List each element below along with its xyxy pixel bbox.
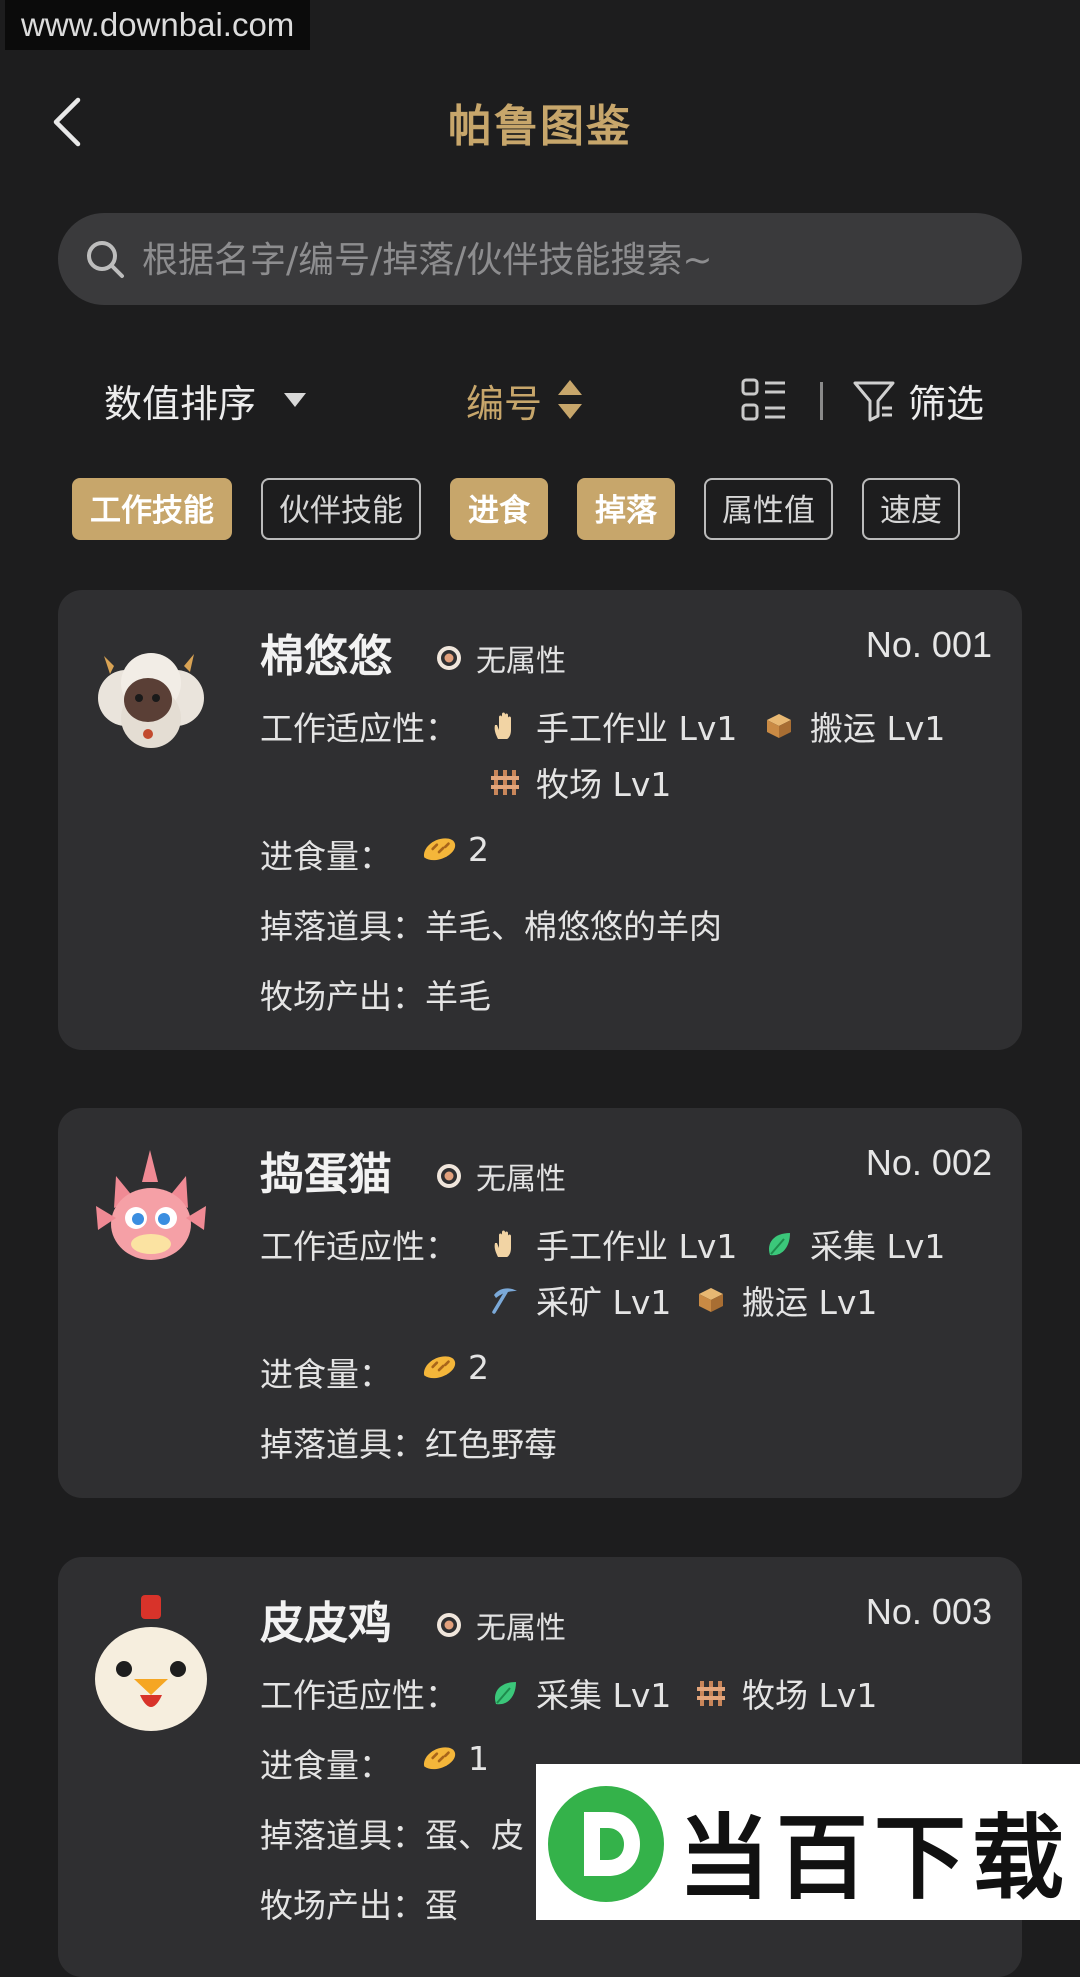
list-layout-button[interactable] (740, 377, 788, 427)
chip-stats[interactable]: 属性值 (704, 478, 833, 540)
bread-icon (420, 1352, 458, 1384)
work-suitability-label: 工作适应性： (260, 1227, 458, 1266)
pal-name: 捣蛋猫 (260, 1149, 392, 1200)
pal-avatar (86, 1146, 216, 1276)
work-skill: 采集 Lv1 (490, 1669, 671, 1717)
neutral-element-icon (434, 643, 464, 673)
value-sort-label: 数值排序 (104, 381, 257, 426)
pal-avatar (86, 628, 216, 758)
box-icon (696, 1285, 726, 1315)
work-skill: 搬运 Lv1 (696, 1276, 877, 1324)
pal-number: No. 001 (865, 624, 992, 665)
fence-icon (490, 767, 520, 797)
brand-watermark: 当百下载 (536, 1764, 1080, 1920)
number-sort-button[interactable]: 编号 (466, 360, 583, 440)
filter-funnel-icon (853, 381, 895, 422)
hand-icon (490, 1229, 520, 1259)
work-skill: 牧场 Lv1 (696, 1669, 877, 1717)
brand-text: 当百下载 (678, 1805, 1071, 1912)
chip-speed[interactable]: 速度 (862, 478, 960, 540)
sort-updown-icon (558, 380, 583, 419)
brand-logo-icon (544, 1782, 668, 1910)
number-sort-label: 编号 (466, 381, 543, 426)
work-skill: 手工作业 Lv1 (490, 702, 737, 750)
pal-card[interactable]: 棉悠悠 无属性 No. 001 工作适应性： 手工作业 Lv1 搬运 Lv1 牧… (58, 590, 1022, 1050)
element-attribute: 无属性 (434, 1154, 566, 1198)
search-input[interactable] (140, 213, 1004, 307)
filter-label: 筛选 (908, 381, 985, 426)
chip-feeding[interactable]: 进食 (450, 478, 548, 540)
drops-value: 羊毛、棉悠悠的羊肉 (425, 907, 722, 946)
food-amount: 2 (420, 830, 489, 869)
pickaxe-icon (490, 1285, 520, 1315)
ranch-value: 羊毛 (425, 977, 491, 1016)
food-amount: 1 (420, 1739, 489, 1778)
pal-avatar (86, 1595, 216, 1731)
neutral-element-icon (434, 1610, 464, 1640)
element-attribute: 无属性 (434, 1603, 566, 1647)
drops-row: 掉落道具：羊毛、棉悠悠的羊肉 (260, 907, 722, 946)
value-sort-dropdown[interactable]: 数值排序 (104, 360, 307, 440)
pal-name: 棉悠悠 (260, 631, 392, 682)
cat-pal-icon (96, 1150, 206, 1260)
chicken-pal-icon (95, 1595, 207, 1731)
ranch-value: 蛋 (425, 1886, 458, 1925)
bread-icon (420, 834, 458, 866)
work-skill: 采矿 Lv1 (490, 1276, 671, 1324)
chip-work-skill[interactable]: 工作技能 (72, 478, 232, 540)
filter-button[interactable]: 筛选 (852, 360, 984, 440)
food-amount: 2 (420, 1348, 489, 1387)
leaf-icon (490, 1678, 520, 1708)
divider (820, 382, 823, 420)
caret-down-icon (284, 393, 307, 407)
toolbar: 数值排序 编号 筛选 (0, 360, 1080, 440)
hand-icon (490, 711, 520, 741)
food-label: 进食量： (260, 1355, 392, 1394)
element-attribute: 无属性 (434, 636, 566, 680)
pal-name: 皮皮鸡 (260, 1598, 392, 1649)
chip-partner-skill[interactable]: 伙伴技能 (261, 478, 421, 540)
neutral-element-icon (434, 1161, 464, 1191)
work-skill: 采集 Lv1 (764, 1220, 945, 1268)
pal-card[interactable]: 捣蛋猫 无属性 No. 002 工作适应性： 手工作业 Lv1 采集 Lv1 采… (58, 1108, 1022, 1498)
chip-drops[interactable]: 掉落 (577, 478, 675, 540)
list-view-icon (741, 378, 785, 421)
sheep-pal-icon (98, 653, 204, 748)
page-title: 帕鲁图鉴 (448, 101, 632, 152)
site-watermark: www.downbai.com (5, 0, 311, 50)
ranch-row: 牧场产出：羊毛 (260, 977, 491, 1016)
drops-row: 掉落道具：蛋、皮 (260, 1816, 524, 1855)
box-icon (764, 711, 794, 741)
work-skill: 搬运 Lv1 (764, 702, 945, 750)
element-label: 无属性 (476, 1611, 566, 1646)
drops-row: 掉落道具：红色野莓 (260, 1425, 557, 1464)
drops-value: 红色野莓 (425, 1425, 557, 1464)
element-label: 无属性 (476, 1162, 566, 1197)
bread-icon (420, 1743, 458, 1775)
drops-value: 蛋、皮 (425, 1816, 524, 1855)
food-label: 进食量： (260, 1746, 392, 1785)
search-icon (87, 241, 124, 278)
leaf-icon (764, 1229, 794, 1259)
element-label: 无属性 (476, 644, 566, 679)
search-bar[interactable] (58, 213, 1022, 307)
work-skill: 牧场 Lv1 (490, 758, 671, 806)
category-chips: 工作技能 伙伴技能 进食 掉落 属性值 速度 (72, 478, 989, 544)
work-suitability-label: 工作适应性： (260, 1676, 458, 1715)
fence-icon (696, 1678, 726, 1708)
pal-number: No. 003 (865, 1591, 992, 1632)
work-suitability-label: 工作适应性： (260, 709, 458, 748)
header: 帕鲁图鉴 (0, 80, 1080, 160)
food-label: 进食量： (260, 837, 392, 876)
pal-number: No. 002 (865, 1142, 992, 1183)
work-skill: 手工作业 Lv1 (490, 1220, 737, 1268)
